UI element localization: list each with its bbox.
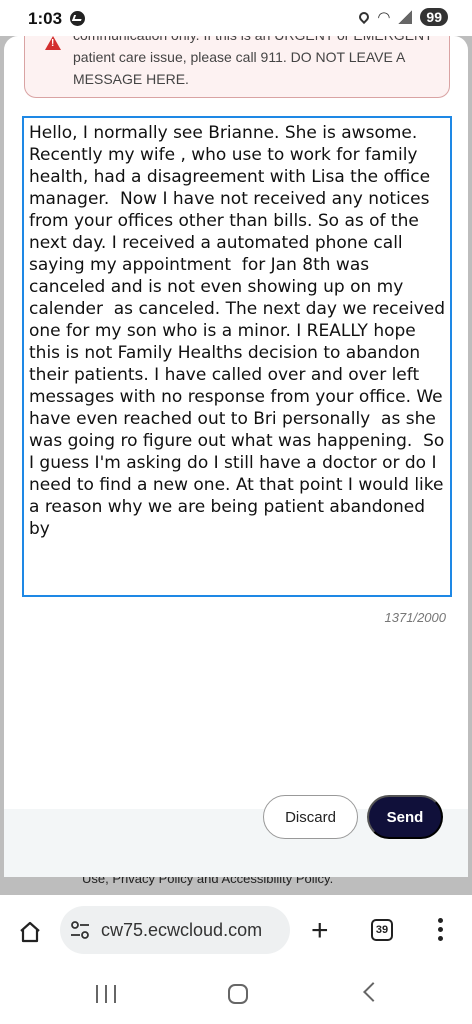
messenger-icon bbox=[70, 11, 85, 26]
site-settings-icon[interactable] bbox=[70, 921, 90, 939]
status-time: 1:03 bbox=[28, 9, 63, 28]
underlying-page-footer: Use, Privacy Policy and Accessibility Po… bbox=[0, 877, 472, 895]
home-icon[interactable] bbox=[18, 920, 42, 944]
discard-button[interactable]: Discard bbox=[263, 795, 358, 839]
url-text[interactable]: cw75.ecwcloud.com bbox=[101, 920, 262, 941]
location-icon bbox=[357, 9, 372, 25]
alert-text: communication only. If this is an URGENT… bbox=[73, 36, 432, 87]
nav-home-icon[interactable] bbox=[228, 984, 248, 1004]
tabs-icon[interactable]: 39 bbox=[371, 919, 393, 941]
signal-icon bbox=[398, 10, 413, 24]
message-dialog: communication only. If this is an URGENT… bbox=[4, 36, 468, 882]
menu-icon[interactable] bbox=[438, 918, 444, 942]
recents-icon[interactable] bbox=[96, 985, 116, 1003]
policy-links[interactable]: Use, Privacy Policy and Accessibility Po… bbox=[82, 877, 333, 886]
character-counter: 1371/2000 bbox=[384, 610, 446, 625]
battery-indicator: 99 bbox=[420, 8, 448, 26]
wifi-icon: ◠ bbox=[377, 9, 391, 26]
status-icons: ◠ 99 bbox=[357, 8, 448, 26]
alert-icon bbox=[45, 36, 61, 50]
message-textarea[interactable]: Hello, I normally see Brianne. She is aw… bbox=[22, 116, 452, 597]
new-tab-plus-icon[interactable]: + bbox=[311, 916, 329, 946]
status-bar: 1:03 ◠ 99 bbox=[0, 0, 472, 36]
emergency-alert: communication only. If this is an URGENT… bbox=[24, 36, 450, 98]
send-button[interactable]: Send bbox=[367, 795, 443, 839]
message-text[interactable]: Hello, I normally see Brianne. She is aw… bbox=[24, 118, 450, 544]
